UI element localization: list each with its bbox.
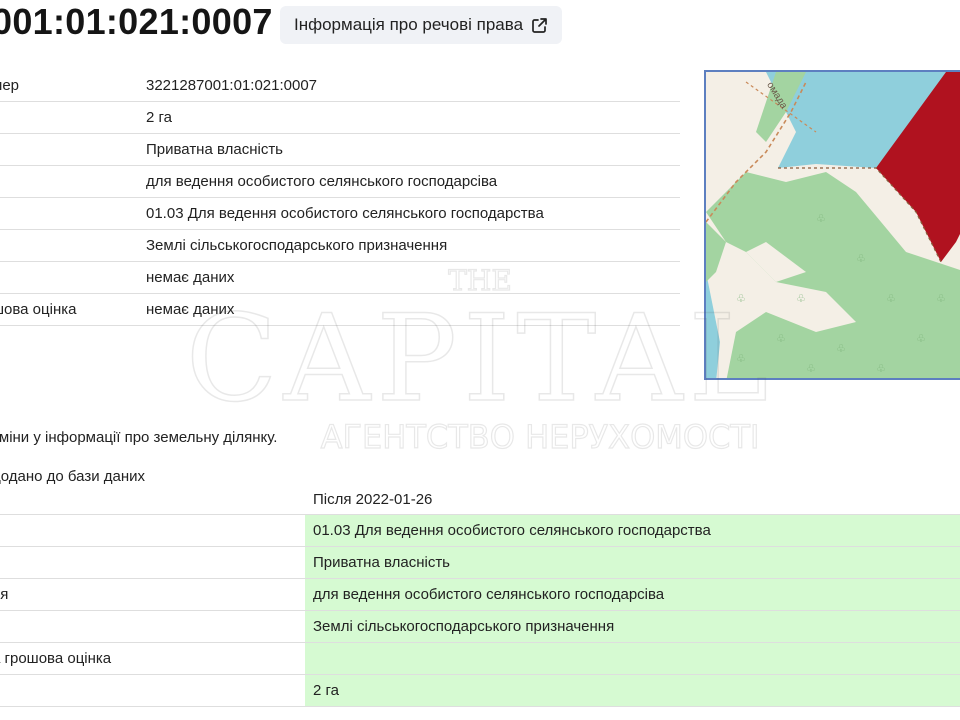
info-value: немає даних bbox=[146, 301, 235, 318]
svg-text:♧: ♧ bbox=[806, 362, 816, 375]
table-row: 2 га bbox=[0, 675, 960, 707]
info-label: мер bbox=[0, 77, 19, 94]
info-row-purpose-code: 01.03 Для ведення особистого селянського… bbox=[0, 198, 680, 230]
change-value-cell: 01.03 Для ведення особистого селянського… bbox=[305, 515, 960, 546]
info-row-area: 2 га bbox=[0, 102, 680, 134]
changes-title: зміни у інформації про земельну ділянку. bbox=[0, 429, 278, 446]
change-value-cell: Приватна власність bbox=[305, 547, 960, 578]
svg-text:♧: ♧ bbox=[916, 332, 926, 345]
change-label: а грошова оцінка bbox=[0, 650, 112, 667]
change-value: Землі сільськогосподарського призначення bbox=[313, 618, 615, 635]
svg-text:♧: ♧ bbox=[776, 332, 786, 345]
table-row: я 01.03 Для ведення особистого селянсько… bbox=[0, 515, 960, 547]
cadastral-number-title: 001:01:021:0007 bbox=[0, 1, 273, 42]
parcel-map[interactable]: ♧ ♧ ♧ ♧ ♧ ♧ ♧ ♧ ♧ ♧ ♧ ♧ омада bbox=[704, 70, 960, 380]
svg-text:♧: ♧ bbox=[856, 252, 866, 265]
svg-text:♧: ♧ bbox=[936, 292, 946, 305]
changes-table: Після 2022-01-26 я 01.03 Для ведення осо… bbox=[0, 485, 960, 707]
table-row: а грошова оцінка bbox=[0, 643, 960, 675]
info-value: Приватна власність bbox=[146, 141, 283, 158]
table-row: ня для ведення особистого селянського го… bbox=[0, 579, 960, 611]
svg-text:♧: ♧ bbox=[736, 292, 746, 305]
svg-text:♧: ♧ bbox=[886, 292, 896, 305]
change-value-cell: для ведення особистого селянського госпо… bbox=[305, 579, 960, 610]
info-value: 01.03 Для ведення особистого селянського… bbox=[146, 205, 544, 222]
added-to-database-note: додано до бази даних bbox=[0, 468, 146, 485]
change-value: Приватна власність bbox=[313, 554, 450, 571]
info-row-land-category: Землі сільськогосподарського призначення bbox=[0, 230, 680, 262]
after-date-header: Після 2022-01-26 bbox=[313, 491, 433, 508]
change-value-cell: 2 га bbox=[305, 675, 960, 706]
watermark-sub: АГЕНТСТВО НЕРУХОМОСТІ bbox=[321, 418, 760, 456]
info-row-monetary-valuation: шова оцінка немає даних bbox=[0, 294, 680, 326]
change-value: для ведення особистого селянського госпо… bbox=[313, 586, 665, 603]
svg-text:♧: ♧ bbox=[836, 342, 846, 355]
info-row-purpose: для ведення особистого селянського госпо… bbox=[0, 166, 680, 198]
change-value-cell: Землі сільськогосподарського призначення bbox=[305, 611, 960, 642]
info-value: для ведення особистого селянського госпо… bbox=[146, 173, 498, 190]
info-row-no-data: немає даних bbox=[0, 262, 680, 294]
parcel-map-graphic: ♧ ♧ ♧ ♧ ♧ ♧ ♧ ♧ ♧ ♧ ♧ ♧ bbox=[706, 72, 960, 378]
svg-text:♧: ♧ bbox=[796, 292, 806, 305]
svg-text:♧: ♧ bbox=[736, 352, 746, 365]
info-value: 3221287001:01:021:0007 bbox=[146, 77, 318, 94]
info-value: Землі сільськогосподарського призначення bbox=[146, 237, 448, 254]
info-row-ownership: Приватна власність bbox=[0, 134, 680, 166]
change-label: ня bbox=[0, 586, 9, 603]
changes-header-row: Після 2022-01-26 bbox=[0, 485, 960, 515]
change-value-cell bbox=[305, 643, 960, 674]
property-rights-button[interactable]: Інформація про речові права bbox=[280, 6, 563, 44]
info-value: немає даних bbox=[146, 269, 235, 286]
table-row: Приватна власність bbox=[0, 547, 960, 579]
property-rights-label: Інформація про речові права bbox=[294, 15, 524, 34]
svg-text:♧: ♧ bbox=[876, 362, 886, 375]
external-link-icon bbox=[531, 17, 548, 34]
table-row: Землі сільськогосподарського призначення bbox=[0, 611, 960, 643]
info-label: шова оцінка bbox=[0, 301, 77, 318]
info-value: 2 га bbox=[146, 109, 172, 126]
change-value: 01.03 Для ведення особистого селянського… bbox=[313, 522, 711, 539]
svg-text:♧: ♧ bbox=[816, 212, 826, 225]
parcel-info-table: мер 3221287001:01:021:0007 2 га Приватна… bbox=[0, 70, 680, 326]
change-value: 2 га bbox=[313, 682, 339, 699]
info-row-cadastral-number: мер 3221287001:01:021:0007 bbox=[0, 70, 680, 102]
